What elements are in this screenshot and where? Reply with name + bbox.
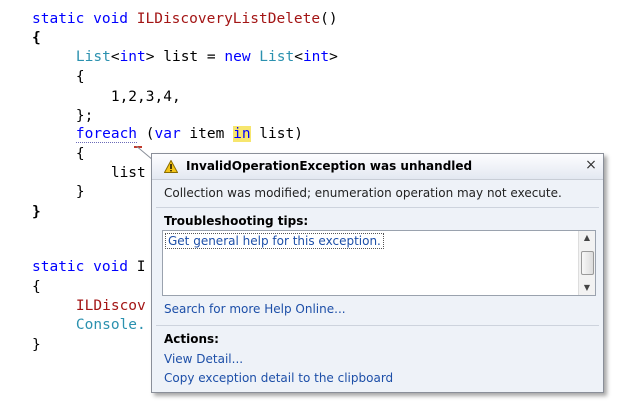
scroll-down-icon[interactable]: ▼ — [579, 281, 595, 295]
scroll-thumb[interactable] — [581, 251, 594, 275]
exception-message: Collection was modified; enumeration ope… — [164, 186, 562, 200]
code-line-6: }; — [41, 108, 94, 124]
troubleshooting-heading: Troubleshooting tips: — [164, 214, 309, 228]
code-line-1: static void ILDiscoveryListDelete() — [32, 11, 338, 27]
code-line-4: { — [41, 69, 85, 85]
troubleshooting-tips-list[interactable]: Get general help for this exception. ▲ ▼ — [162, 230, 596, 296]
exception-header: InvalidOperationException was unhandled … — [152, 154, 603, 180]
tip-link-general-help[interactable]: Get general help for this exception. — [165, 233, 384, 249]
divider — [156, 325, 599, 326]
warning-triangle-icon — [164, 160, 178, 173]
code-line-11: } — [32, 204, 41, 220]
code-line-8: { — [41, 146, 85, 162]
code-line-14: ILDiscov — [75, 298, 146, 314]
in-keyword-highlight: in — [233, 126, 251, 142]
code-line-9: list — [41, 165, 146, 181]
code-line-10: } — [41, 184, 85, 200]
code-line-7: foreach (var item in list) — [75, 126, 303, 143]
copy-exception-detail-link[interactable]: Copy exception detail to the clipboard — [164, 371, 393, 385]
actions-heading: Actions: — [164, 332, 219, 346]
code-line-2: { — [32, 30, 41, 46]
code-line-12: static void I — [32, 259, 146, 275]
tips-scrollbar[interactable]: ▲ ▼ — [578, 231, 595, 295]
search-online-link[interactable]: Search for more Help Online... — [164, 302, 346, 316]
exception-assistant-popup: InvalidOperationException was unhandled … — [151, 153, 604, 393]
scroll-up-icon[interactable]: ▲ — [579, 231, 595, 245]
code-line-13: { — [32, 279, 41, 295]
exception-title: InvalidOperationException was unhandled — [186, 159, 473, 173]
close-icon[interactable]: × — [583, 157, 599, 173]
foreach-keyword: foreach — [75, 126, 138, 143]
code-line-5: 1,2,3,4, — [41, 89, 181, 105]
view-detail-link[interactable]: View Detail... — [164, 352, 243, 366]
divider — [156, 207, 599, 208]
code-line-3: List<int> list = new List<int> — [75, 49, 338, 65]
code-line-16: } — [32, 337, 41, 353]
code-line-15: Console. — [75, 317, 146, 333]
